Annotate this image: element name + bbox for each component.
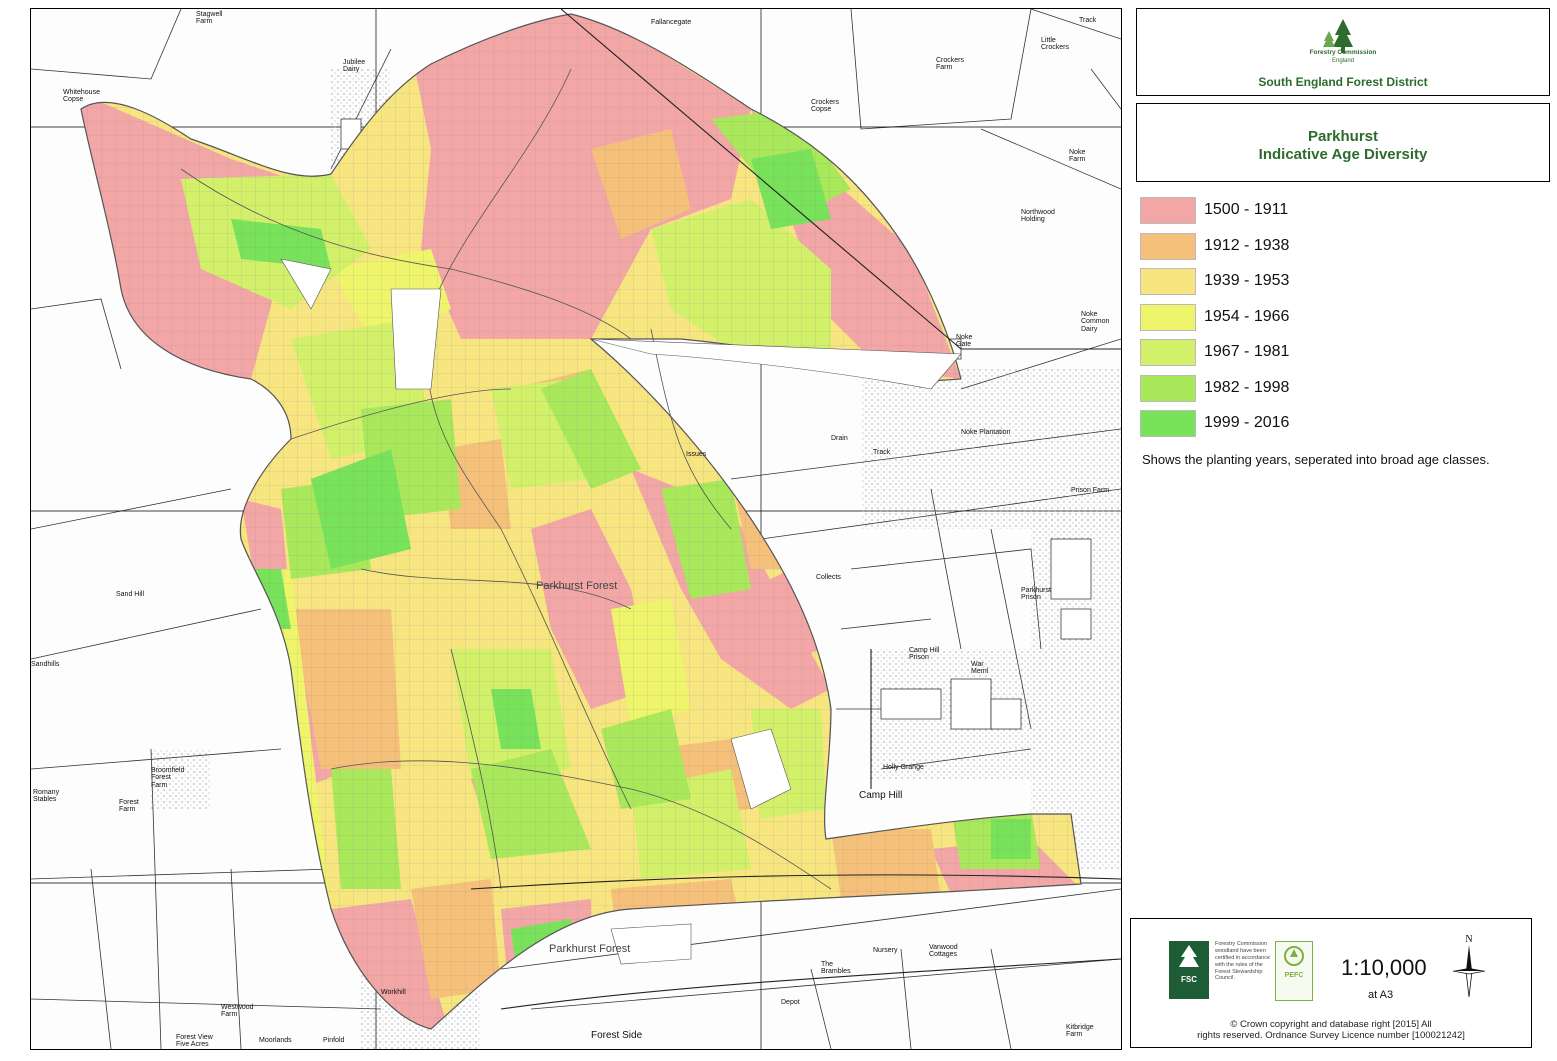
map-frame[interactable]: Stagwell Farm Fallancegate Jubilee Dairy W… [30,8,1122,1050]
legend-swatch [1140,197,1196,224]
legend-label: 1999 - 2016 [1204,414,1290,431]
map-scale-paper: at A3 [1368,989,1394,1001]
copyright-line-1: © Crown copyright and database right [20… [1230,1019,1432,1030]
label-stagwell: Stagwell Farm [196,11,223,26]
legend-item[interactable]: 1999 - 2016 [1140,408,1550,444]
map-canvas[interactable] [31,9,1121,1049]
fsc-tree-icon [1179,945,1199,967]
label-jubilee: Jubilee Dairy [343,59,366,74]
label-crockers-copse: Crockers Copse [811,99,840,114]
district-name: South England Forest District [1258,75,1428,89]
legend-label: 1967 - 1981 [1204,343,1290,360]
label-prison-farm: Prison Farm [1071,487,1110,494]
label-track-north: Track [1079,17,1097,24]
label-forest-farm: Forest Farm [119,799,139,814]
label-pinfold: Pinfold [323,1037,345,1044]
legend-note: Shows the planting years, seperated into… [1142,452,1490,467]
label-crockers: Crockers Farm [936,57,965,72]
legend-swatch [1140,303,1196,331]
label-noke-gate: Noke Gate [956,334,973,349]
map-scale: 1:10,000 [1341,955,1427,980]
label-war-meml: War Meml [971,661,989,676]
label-parkhurst-forest-north: Parkhurst Forest [536,580,618,592]
label-broomfield: Broomfield Forest Farm [151,767,185,789]
label-camp-hill-prison: Camp Hill Prison [909,647,940,662]
organisation-name: Forestry Commission [1309,49,1377,56]
label-noke-common: Noke Common Dairy [1081,311,1110,333]
label-vanwood: Vanwood Cottages [929,944,958,959]
label-parkhurst-forest-south: Parkhurst Forest [549,943,631,955]
legend-swatch [1140,268,1196,295]
label-issues: Issues [686,451,707,458]
label-romany: Romany Stables [33,789,60,804]
legend-label: 1500 - 1911 [1204,201,1289,218]
label-forest-side: Forest Side [591,1030,643,1041]
legend-label: 1982 - 1998 [1204,378,1290,396]
organisation-sub: England [1331,58,1355,64]
label-whitehouse: Whitehouse Copse [63,89,100,104]
label-sandhills: Sandhills [31,661,60,668]
label-kitbridge: Kitbridge Farm [1066,1024,1094,1039]
copyright-line-2: rights reserved. Ordnance Survey Licence… [1197,1030,1465,1042]
label-collects: Collects [816,574,841,581]
label-northwood: Northwood Holding [1021,209,1055,224]
north-label: N [1465,934,1472,945]
label-little-crockers: Little Crockers [1041,37,1070,52]
label-fallancegate: Fallancegate [651,19,692,26]
map-subtitle: Indicative Age Diversity [1258,146,1428,163]
label-the-brambles: The Brambles [821,961,851,976]
legend-item[interactable]: 1939 - 1953 [1140,266,1550,302]
legend-label: 1912 - 1938 [1204,236,1290,254]
label-moorlands: Moorlands [259,1037,292,1044]
legend-swatch [1140,339,1196,366]
pefc-tree-icon [1284,946,1304,966]
label-forest-view: Forest View Five Acres [176,1034,213,1049]
north-arrow-icon: N [1452,934,1486,998]
label-track-east: Track [873,449,891,456]
legend-item[interactable]: 1954 - 1966 [1140,302,1550,338]
map-title: Parkhurst [1307,128,1379,145]
label-drain: Drain [831,435,848,442]
label-nursery: Nursery [873,947,898,954]
legend-label: 1954 - 1966 [1204,307,1290,325]
legend-item[interactable]: 1982 - 1998 [1140,373,1550,409]
label-holly-grange: Holly Grange [883,764,924,771]
legend-swatch [1140,374,1196,402]
legend-item[interactable]: 1500 - 1911 [1140,195,1550,231]
fsc-badge-text: FSC [1181,975,1197,984]
title-panel: Parkhurst Indicative Age Diversity [1136,103,1550,182]
label-camp-hill: Camp Hill [859,790,903,801]
legend: 1500 - 1911 1912 - 1938 1939 - 1953 1954… [1140,195,1550,444]
legend-swatch [1140,410,1196,437]
footer-panel: FSC Forestry Commission woodland have be… [1130,918,1532,1048]
header-panel: Forestry Commission England South Englan… [1136,8,1550,96]
label-workhill: Workhill [381,989,406,996]
label-noke-plantation: Noke Plantation [961,429,1011,436]
label-westwood: Westwood Farm [221,1004,254,1019]
label-depot: Depot [781,999,800,1006]
legend-item[interactable]: 1967 - 1981 [1140,337,1550,373]
legend-swatch [1140,232,1196,260]
label-sand-hill: Sand Hill [116,591,145,598]
label-parkhurst-prison: Parkhurst Prison [1021,587,1051,602]
fsc-statement: Forestry Commission woodland have been c… [1215,941,1271,982]
legend-label: 1939 - 1953 [1204,272,1290,289]
pefc-badge-text: PEFC [1284,972,1304,979]
fsc-logo-icon: FSC [1169,941,1209,999]
copyright-notice: © Crown copyright and database right [20… [1131,1019,1531,1042]
legend-item[interactable]: 1912 - 1938 [1140,231,1550,267]
pefc-logo-icon: PEFC [1275,941,1313,1001]
label-noke-farm: Noke Farm [1069,149,1086,164]
